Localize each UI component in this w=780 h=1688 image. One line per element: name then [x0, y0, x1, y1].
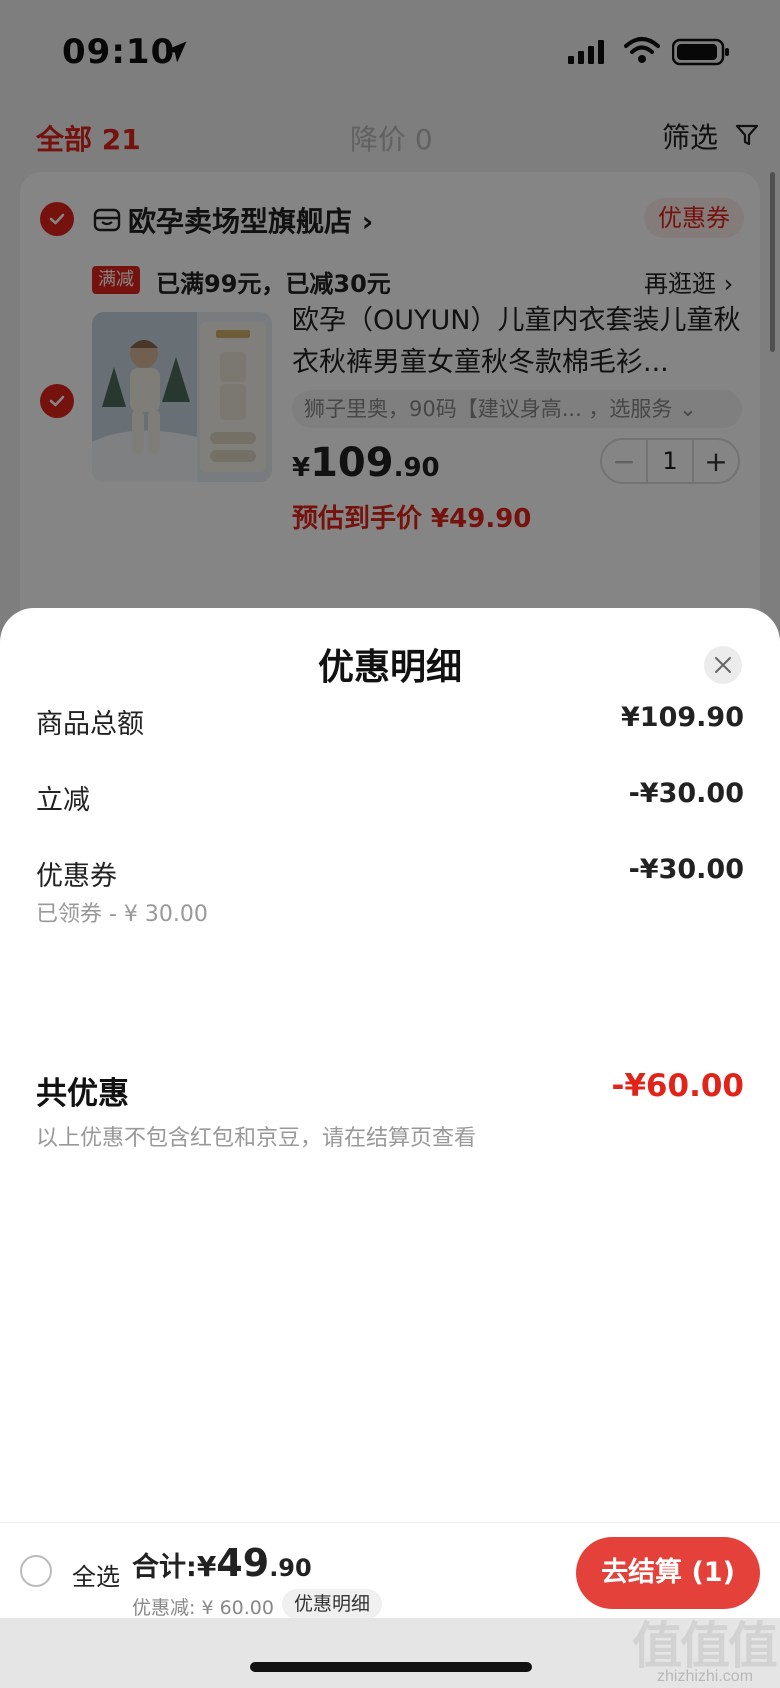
- checkout-bar: 全选 合计:¥49.90 优惠减: ¥ 60.00 优惠明细 去结算 (1): [0, 1522, 780, 1619]
- total-amount: 合计:¥49.90: [132, 1541, 312, 1585]
- watermark-url: zhizhizhi.com: [656, 1668, 754, 1685]
- total-prefix: 合计:: [132, 1552, 197, 1583]
- watermark-logo: 值 值 值 zhizhizhi.com: [630, 1606, 780, 1688]
- total-discount-note: 以上优惠不包含红包和京豆，请在结算页查看: [36, 1126, 477, 1151]
- goods-total-label: 商品总额: [36, 709, 144, 740]
- coupon-label: 优惠券: [36, 861, 117, 892]
- total-discount-value: -¥60.00: [611, 1068, 745, 1104]
- total-discount-label: 共优惠: [36, 1076, 129, 1112]
- total-integer: 49: [216, 1541, 270, 1585]
- discount-detail-button[interactable]: 优惠明细: [282, 1589, 383, 1619]
- close-icon: [715, 657, 731, 673]
- total-decimal: .90: [269, 1554, 312, 1582]
- coupon-claimed-note: 已领券 - ¥ 30.00: [36, 902, 208, 927]
- discount-summary: 优惠减: ¥ 60.00: [132, 1597, 274, 1619]
- coupon-value: -¥30.00: [628, 854, 744, 885]
- total-currency: ¥: [196, 1550, 217, 1583]
- instant-discount-value: -¥30.00: [628, 778, 744, 809]
- select-all-checkbox[interactable]: [20, 1555, 52, 1587]
- home-indicator[interactable]: [250, 1662, 532, 1672]
- checkout-button[interactable]: 去结算 (1): [576, 1537, 760, 1609]
- instant-discount-label: 立减: [36, 785, 90, 816]
- goods-total-value: ¥109.90: [621, 702, 744, 733]
- select-all-label[interactable]: 全选: [72, 1557, 120, 1592]
- sheet-title: 优惠明细: [317, 647, 462, 688]
- close-button[interactable]: [704, 646, 742, 684]
